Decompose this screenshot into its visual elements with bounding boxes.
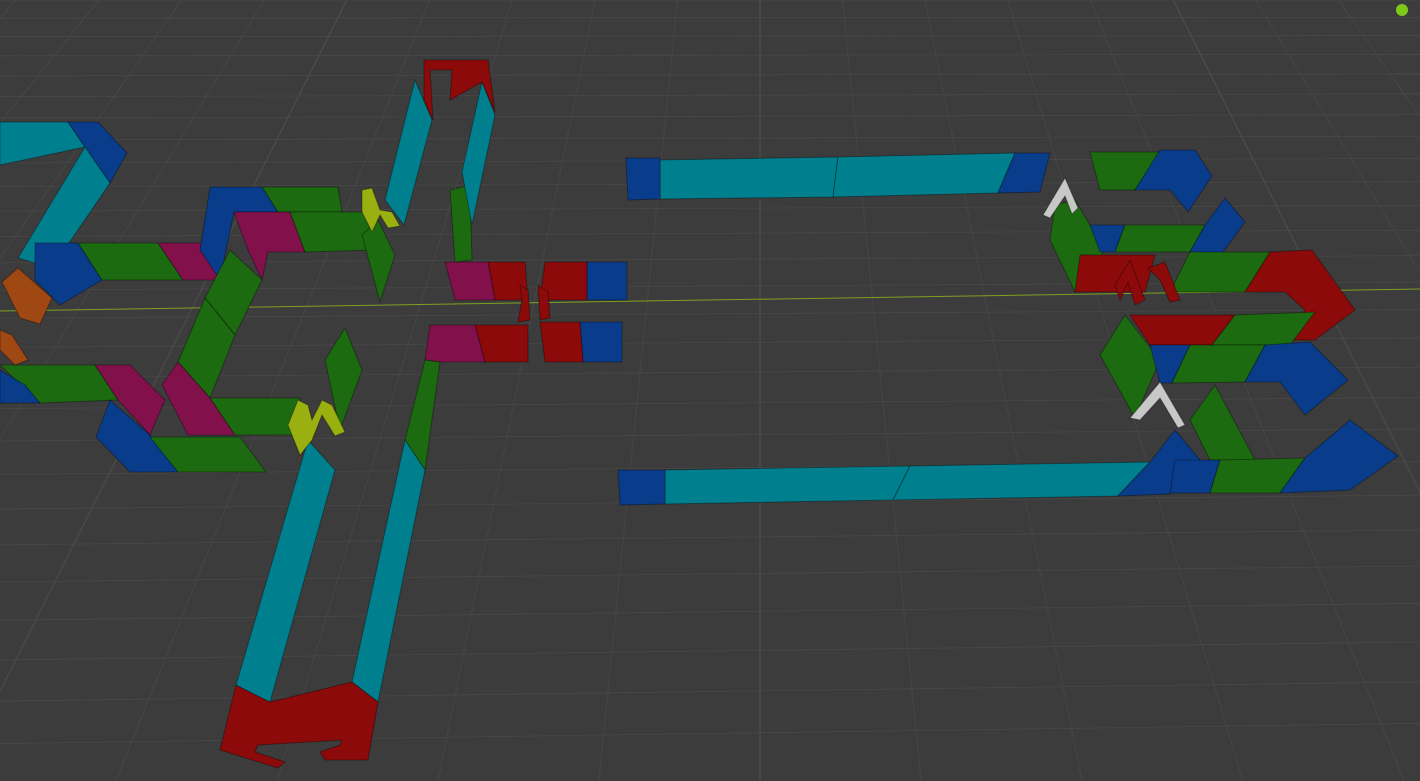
grid-line	[0, 681, 1420, 702]
grid-line	[0, 93, 1420, 97]
grid-line	[598, 0, 678, 781]
track-layout[interactable]	[0, 59, 1399, 769]
scene-canvas[interactable]	[0, 0, 1420, 781]
blue-corner[interactable]	[617, 469, 666, 506]
grid-line	[0, 603, 1420, 621]
blue-corner[interactable]	[625, 157, 661, 201]
green-segment[interactable]	[289, 211, 376, 253]
grid-line	[1255, 0, 1420, 274]
grid-line	[0, 723, 1420, 744]
blue-corner[interactable]	[579, 321, 623, 363]
grid-line	[0, 73, 1420, 77]
grid-line	[0, 135, 1420, 141]
grid-line	[1338, 0, 1420, 117]
cyan-straight[interactable]	[659, 156, 839, 200]
blue-corner[interactable]	[1244, 341, 1349, 416]
red-curve[interactable]	[539, 321, 584, 363]
green-segment[interactable]	[1114, 224, 1206, 253]
grid-line	[0, 529, 1420, 546]
cyan-straight[interactable]	[664, 465, 911, 505]
magenta-segment[interactable]	[424, 324, 486, 363]
grid-line	[0, 54, 1420, 57]
grid-line	[0, 565, 1420, 583]
blue-corner[interactable]	[1278, 419, 1399, 494]
cyan-straight[interactable]	[351, 438, 426, 703]
grid-line	[924, 0, 1083, 781]
magenta-segment[interactable]	[444, 261, 496, 301]
red-curve[interactable]	[219, 681, 379, 769]
cyan-straight[interactable]	[832, 152, 1016, 198]
grid-line	[0, 114, 1420, 119]
cyan-straight[interactable]	[892, 461, 1152, 501]
green-segment[interactable]	[1189, 384, 1256, 461]
3d-viewport[interactable]	[0, 0, 1420, 781]
grid-line	[0, 641, 1420, 661]
status-indicator-dot	[1396, 4, 1408, 16]
grid-line	[842, 0, 922, 781]
grid-line	[0, 35, 1420, 37]
cyan-straight[interactable]	[235, 439, 336, 703]
blue-corner[interactable]	[586, 261, 628, 301]
